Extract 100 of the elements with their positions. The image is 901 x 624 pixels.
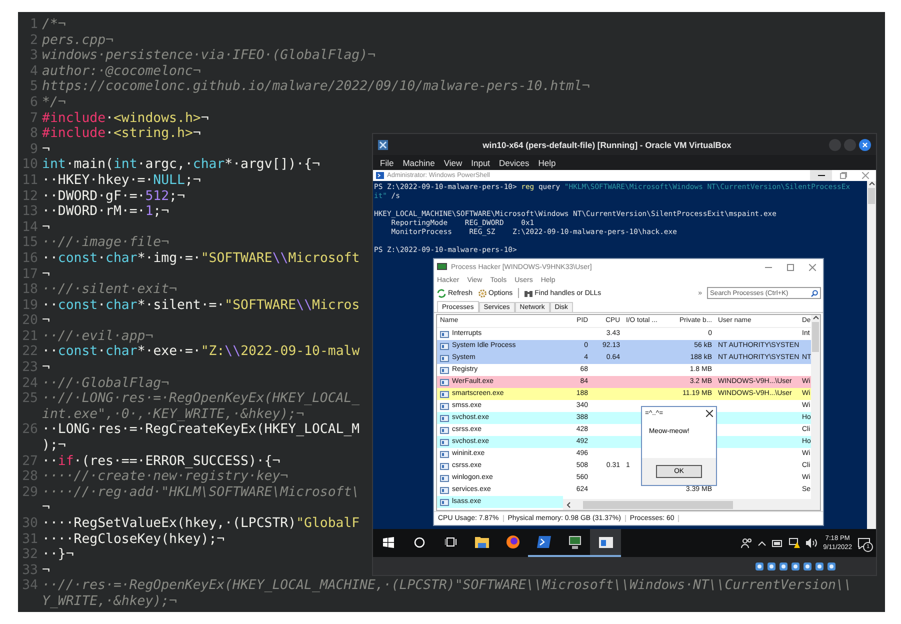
monitor-icon: [437, 263, 447, 271]
window-icon: [598, 536, 612, 548]
code-line: int·main(int·argc,·char*·argv[])·{¬: [42, 157, 320, 173]
search-icon: [811, 290, 818, 296]
scroll-up-icon[interactable]: [868, 181, 874, 186]
code-line: ¬: [42, 266, 50, 282]
code-line: ··//·res·=·RegOpenKeyEx(HKEY_LOCAL_MACHINE,·(LPCSTR)"SOFTWARE\\Microsoft\\Windows·NT\\CurrentVersion\\: [42, 578, 852, 594]
code-line: ··LONG·res·=·RegCreateKeyEx(HKEY_LOCAL_M: [42, 422, 360, 438]
close-icon: [808, 264, 816, 270]
window-icon: [440, 342, 449, 350]
window-icon: [440, 438, 449, 446]
code-line: ····RegSetValueEx(hkey,·(LPCSTR)"GlobalF: [42, 516, 360, 532]
status-icon[interactable]: [827, 562, 836, 570]
code-line: ··HKEY·hkey·=·NULL;¬: [42, 172, 201, 189]
menu-item[interactable]: View: [444, 158, 462, 168]
scroll-thumb[interactable]: [583, 500, 733, 508]
window-icon: [440, 462, 449, 470]
chevron-up-icon[interactable]: [758, 540, 766, 546]
windows-logo-icon: [383, 536, 394, 548]
code-line: ··const·char*·exe·=·"Z:\\2022-09-10-malw: [42, 344, 360, 360]
code-line: Y_WRITE,·&hkey);¬: [42, 594, 177, 610]
monitor-icon: [568, 536, 582, 548]
code-line: pers.cpp¬: [42, 32, 114, 48]
battery-icon[interactable]: [772, 540, 784, 546]
code-line: #include·<string.h>¬: [42, 126, 201, 142]
refresh-icon: [437, 288, 446, 298]
status-icon[interactable]: [755, 562, 764, 570]
menu-item[interactable]: Help: [538, 158, 556, 168]
app-icon: [378, 140, 388, 150]
window-icon: [440, 474, 449, 482]
code-line: ¬: [42, 360, 50, 376]
menu-item[interactable]: Input: [471, 158, 490, 168]
menu-item[interactable]: File: [380, 158, 394, 168]
code-line: ··DWORD·rM·=·1;¬: [42, 204, 170, 220]
code-line: ··const·char*·silent·=·"SOFTWARE\\Micros: [42, 298, 360, 314]
terminal-icon: [536, 536, 550, 548]
code-line: */¬: [42, 94, 66, 111]
close-button[interactable]: [859, 138, 871, 150]
status-icon[interactable]: [815, 562, 824, 570]
code-line: ¬: [42, 142, 50, 158]
volume-icon[interactable]: [806, 538, 818, 548]
code-line: ····RegCloseKey(hkey);¬: [42, 532, 225, 548]
network-warning-icon[interactable]: [789, 538, 800, 548]
folder-icon: [474, 536, 488, 548]
scrollbar[interactable]: [811, 315, 820, 510]
code-line: ··const·char*·img·=·"SOFTWARE\\Microsoft: [42, 250, 360, 266]
code-line: windows·persistence·via·IFEO·(GlobalFlag)¬: [42, 48, 376, 64]
code-line: int.exe",·0·,·KEY_WRITE,·&hkey);¬: [42, 406, 304, 422]
code-line: https://cocomelonc.github.io/malware/2022/09/10/malware-pers-10.html¬: [42, 79, 590, 95]
close-icon: [862, 142, 868, 148]
window-icon: [440, 426, 449, 434]
maximize-icon: [786, 264, 794, 270]
code-line: ··DWORD·gF·=·512;¬: [42, 188, 185, 204]
minimize-icon: [764, 266, 772, 268]
window-icon: [440, 330, 449, 338]
window-icon: [440, 354, 449, 362]
minimize-button[interactable]: [810, 170, 832, 181]
code-line: ··//·image·file¬: [42, 235, 170, 251]
scroll-thumb[interactable]: [868, 188, 875, 204]
scroll-thumb[interactable]: [812, 322, 819, 352]
code-line: ····//·reg·add·"HKLM\SOFTWARE\Microsoft\: [42, 484, 360, 500]
close-icon[interactable]: [706, 410, 713, 417]
code-line: /*¬: [42, 17, 66, 33]
code-line: ··//·LONG·res·=·RegOpenKeyEx(HKEY_LOCAL_: [42, 391, 360, 407]
horizontal-scrollbar[interactable]: [563, 499, 811, 510]
window-icon: [440, 378, 449, 386]
status-icon[interactable]: [791, 562, 800, 570]
status-icon[interactable]: [779, 562, 788, 570]
code-line: );¬: [42, 438, 66, 454]
status-icon[interactable]: [803, 562, 812, 570]
window-icon: [440, 486, 449, 494]
status-icon[interactable]: [767, 562, 776, 570]
binoculars-icon: [524, 289, 533, 297]
window-icon: [440, 390, 449, 398]
circle-icon: [414, 536, 425, 548]
task-view-icon: [444, 537, 456, 547]
window-icon: [440, 402, 449, 410]
code-line: author:·@cocomelonc¬: [42, 64, 201, 80]
gear-icon: [478, 288, 487, 298]
scrollbar[interactable]: [867, 181, 876, 529]
code-line: ¬: [42, 313, 50, 329]
scroll-up-icon[interactable]: [812, 315, 818, 320]
taskbar-button[interactable]: [590, 529, 621, 557]
notification-icon[interactable]: [858, 538, 870, 548]
people-icon[interactable]: [741, 538, 752, 548]
window-icon: [440, 450, 449, 458]
code-line: ··if·(res·==·ERROR_SUCCESS)·{¬: [42, 454, 280, 470]
code-line: ¬: [42, 562, 50, 578]
code-line: ¬: [42, 500, 50, 516]
minimize-icon: [818, 175, 824, 176]
restore-icon: [840, 172, 846, 179]
code-line: ··//·silent·exit¬: [42, 282, 177, 298]
scroll-left-icon[interactable]: [566, 502, 571, 508]
code-line: ··//·GlobalFlag¬: [42, 376, 170, 392]
window-icon: [440, 498, 449, 506]
menu-item[interactable]: Machine: [402, 158, 435, 168]
code-line: #include·<windows.h>¬: [42, 110, 209, 126]
code-line: ¬: [42, 220, 50, 236]
menu-item[interactable]: Devices: [499, 158, 530, 168]
close-icon: [862, 172, 868, 179]
